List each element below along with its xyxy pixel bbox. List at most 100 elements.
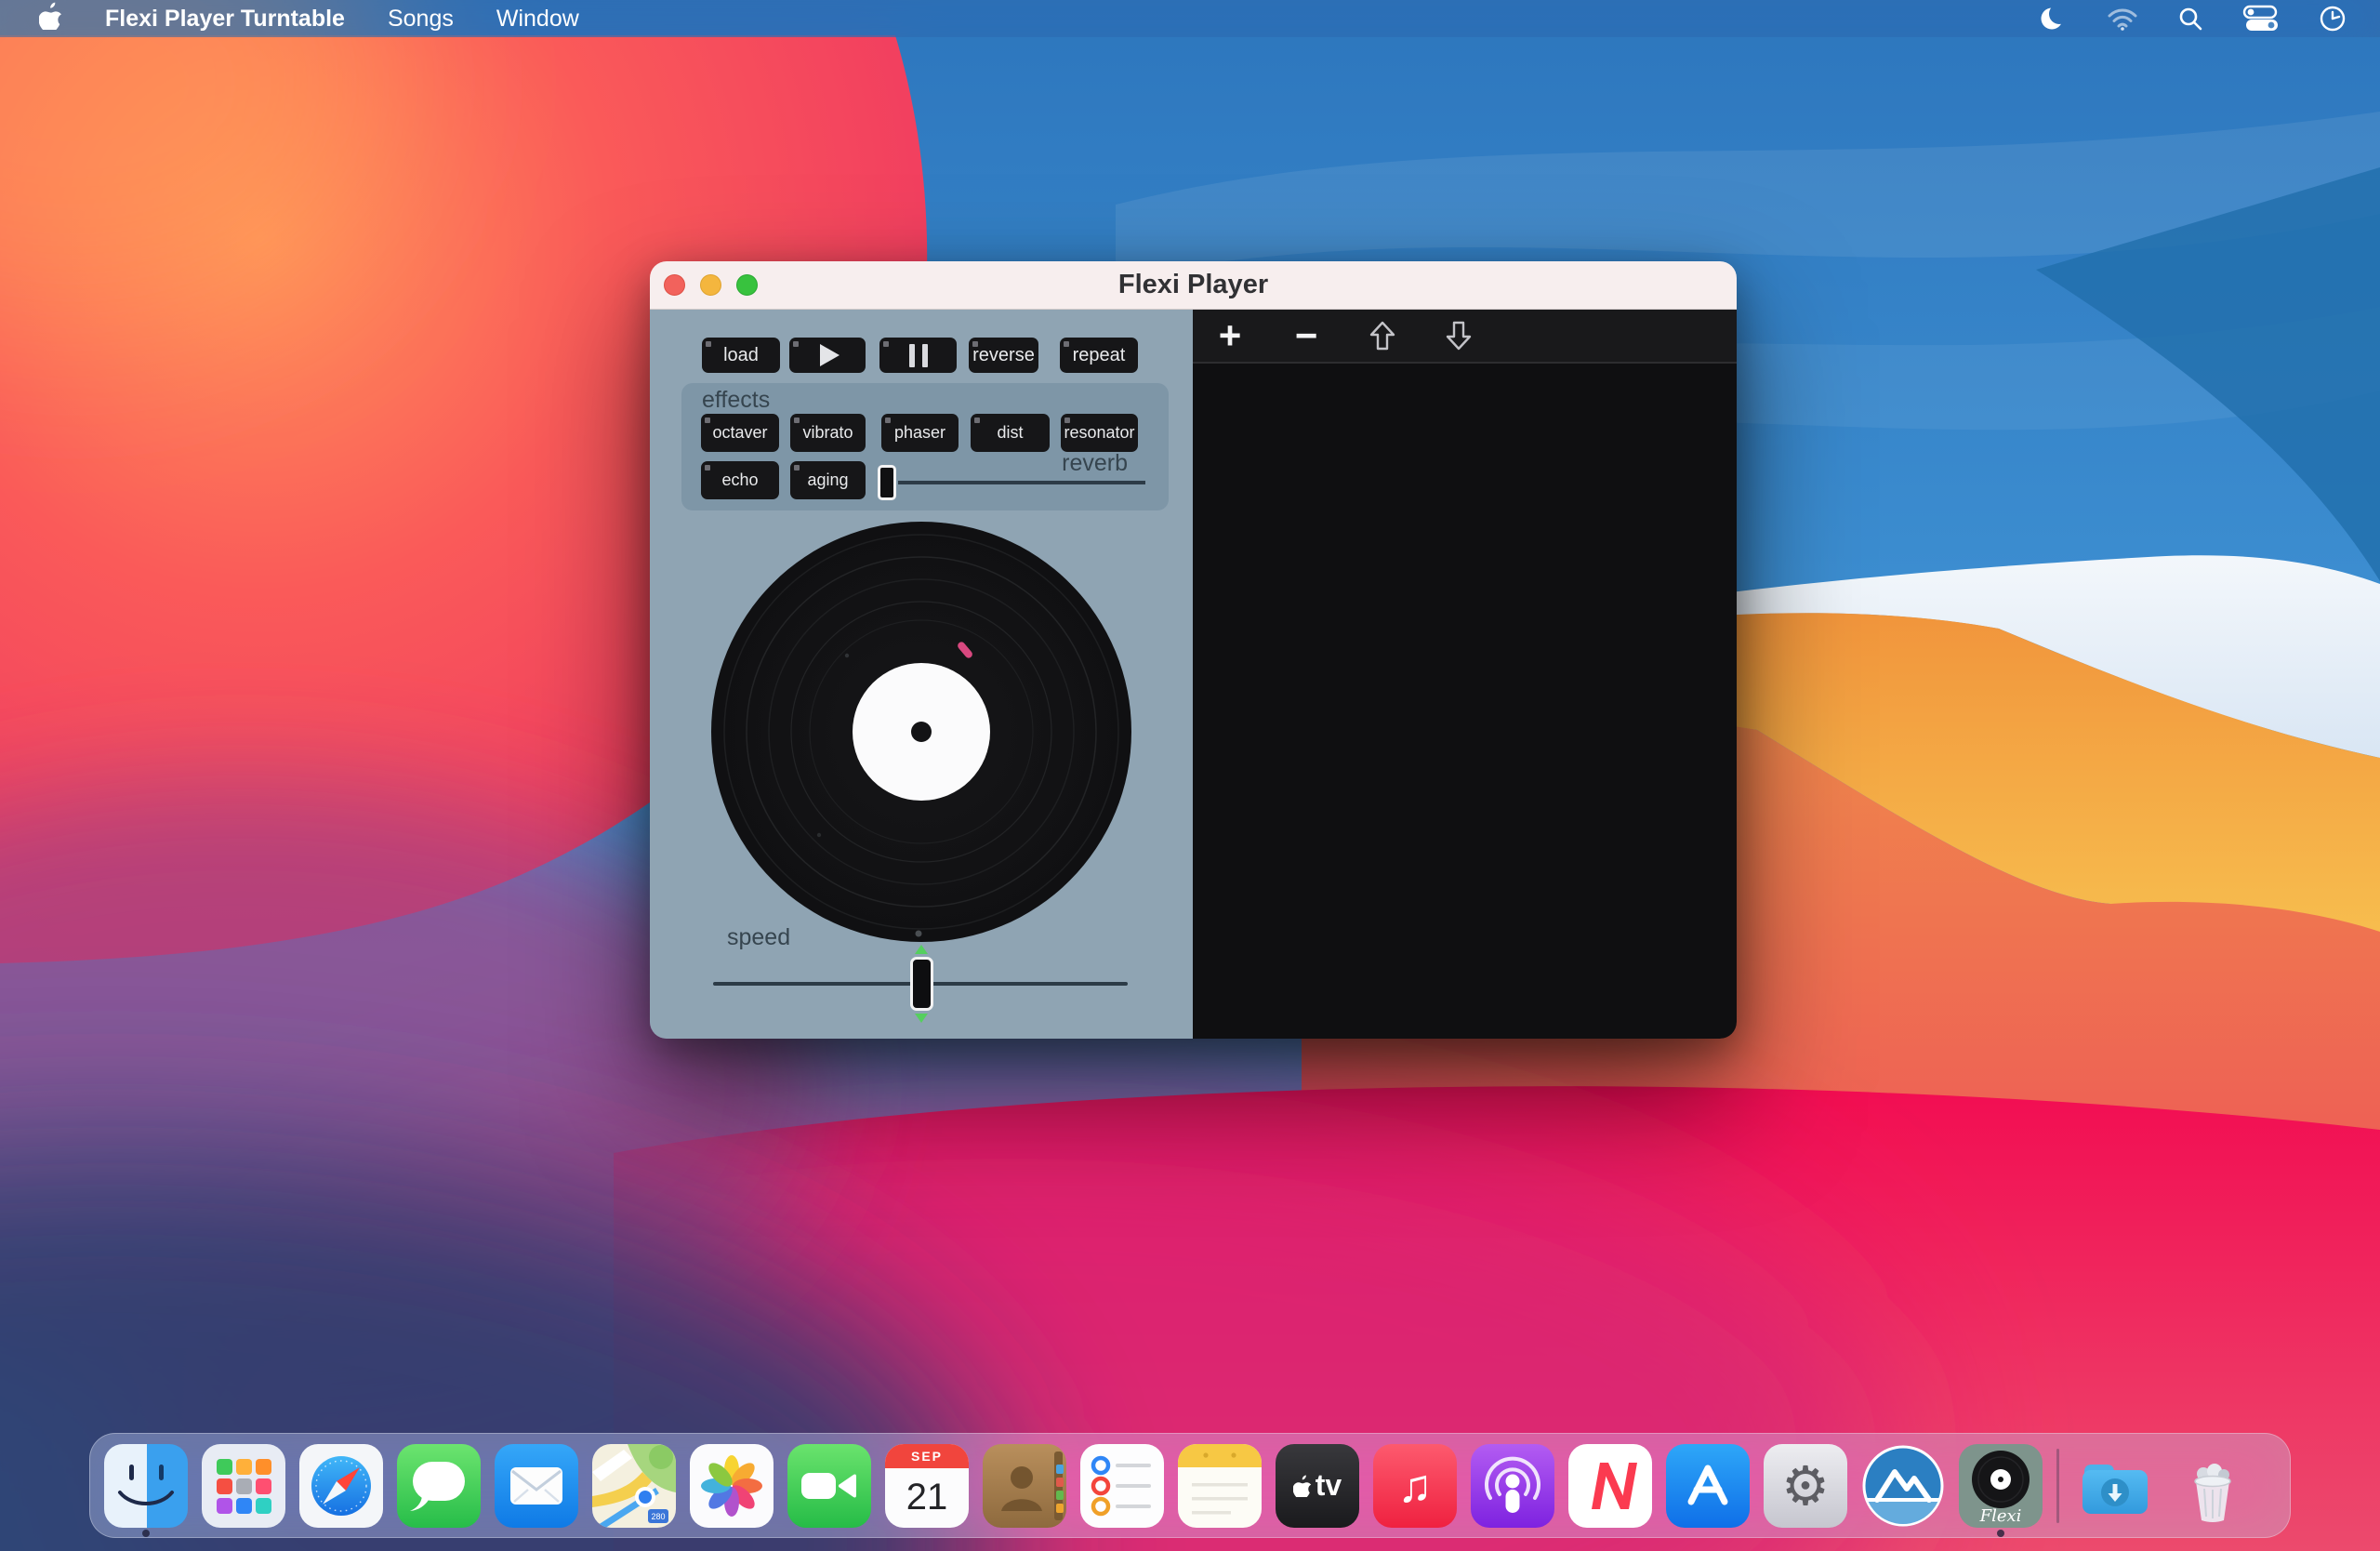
- dock-podcasts[interactable]: [1471, 1444, 1554, 1528]
- dock-notes[interactable]: [1178, 1444, 1262, 1528]
- repeat-button[interactable]: repeat: [1060, 338, 1138, 373]
- phaser-button[interactable]: phaser: [881, 414, 959, 452]
- reminders-icon: [1080, 1444, 1164, 1528]
- dock-flexi-player[interactable]: Flexi: [1959, 1444, 2043, 1528]
- dock-news[interactable]: [1568, 1444, 1652, 1528]
- podcasts-icon: [1471, 1444, 1554, 1528]
- reverse-button-label: reverse: [972, 345, 1035, 366]
- messages-icon: [397, 1444, 481, 1528]
- spotlight-search-icon[interactable]: [2177, 6, 2203, 32]
- menu-bar: Flexi Player Turntable Songs Window: [0, 0, 2380, 37]
- echo-label: echo: [721, 471, 758, 490]
- dock-calendar[interactable]: SEP 21: [885, 1444, 969, 1528]
- dock-finder[interactable]: [104, 1444, 188, 1528]
- pause-icon: [909, 344, 928, 367]
- dock-tv[interactable]: tv: [1276, 1444, 1359, 1528]
- desktop: Flexi Player Turntable Songs Window: [0, 0, 2380, 1551]
- dist-button[interactable]: dist: [971, 414, 1050, 452]
- playlist-empty-area[interactable]: [1193, 364, 1737, 1039]
- load-button[interactable]: load: [702, 338, 780, 373]
- appstore-icon: [1666, 1444, 1750, 1528]
- aging-label: aging: [807, 471, 848, 490]
- app-menu-title[interactable]: Flexi Player Turntable: [105, 6, 345, 33]
- menu-window[interactable]: Window: [496, 6, 579, 33]
- reverb-slider-thumb[interactable]: [878, 465, 896, 500]
- wifi-icon[interactable]: [2107, 6, 2138, 32]
- tv-apple-logo: [1293, 1475, 1312, 1497]
- tv-label: tv: [1316, 1468, 1342, 1503]
- reverb-slider-track[interactable]: [898, 481, 1145, 484]
- dock-reminders[interactable]: [1080, 1444, 1164, 1528]
- zoom-button[interactable]: [736, 274, 758, 296]
- apple-menu[interactable]: [39, 2, 62, 36]
- apple-logo-icon: [39, 2, 62, 30]
- reverse-button[interactable]: reverse: [969, 338, 1038, 373]
- resonator-button[interactable]: resonator: [1061, 414, 1138, 452]
- close-button[interactable]: [664, 274, 685, 296]
- speed-slider-thumb[interactable]: [910, 957, 933, 1011]
- octaver-label: octaver: [712, 423, 767, 443]
- phaser-label: phaser: [894, 423, 945, 443]
- record-edge-dot: [916, 931, 922, 937]
- dock-facetime[interactable]: [787, 1444, 871, 1528]
- dock-music[interactable]: ♫: [1373, 1444, 1457, 1528]
- turntable-record[interactable]: [711, 522, 1131, 942]
- dock-safari[interactable]: [299, 1444, 383, 1528]
- speed-tick-bottom: [915, 1014, 928, 1023]
- window-title-bar[interactable]: Flexi Player: [650, 261, 1737, 310]
- add-song-button[interactable]: +: [1213, 316, 1247, 355]
- trash-icon: [2171, 1444, 2254, 1528]
- reverb-label: reverb: [1062, 450, 1128, 477]
- music-note-glyph: ♫: [1397, 1459, 1433, 1513]
- dock-separator: [2056, 1449, 2059, 1523]
- flexi-app-icon: Flexi: [1959, 1444, 2043, 1528]
- minimize-button[interactable]: [700, 274, 721, 296]
- running-indicator: [1997, 1530, 2004, 1537]
- do-not-disturb-moon-icon[interactable]: [2040, 5, 2068, 33]
- dock-photos[interactable]: [690, 1444, 774, 1528]
- aging-button[interactable]: aging: [790, 461, 866, 499]
- finder-icon: [104, 1444, 188, 1528]
- record-hole: [911, 722, 932, 742]
- move-down-button[interactable]: [1442, 321, 1475, 351]
- effects-panel: effects octaver vibrato phaser dist reso…: [681, 383, 1169, 510]
- pause-button[interactable]: [879, 338, 957, 373]
- dist-label: dist: [997, 423, 1023, 443]
- dock-messages[interactable]: [397, 1444, 481, 1528]
- photos-icon: [690, 1444, 774, 1528]
- dock-system-preferences[interactable]: ⚙: [1764, 1444, 1847, 1528]
- maps-shield-label: 280: [651, 1512, 665, 1521]
- move-up-button[interactable]: [1366, 321, 1399, 351]
- mail-icon: [495, 1444, 578, 1528]
- echo-button[interactable]: echo: [701, 461, 779, 499]
- play-icon: [820, 344, 840, 366]
- clock-icon[interactable]: [2319, 5, 2347, 33]
- dock-mail[interactable]: [495, 1444, 578, 1528]
- octaver-button[interactable]: octaver: [701, 414, 779, 452]
- calendar-month: SEP: [885, 1444, 969, 1468]
- dock-trash[interactable]: [2171, 1444, 2254, 1528]
- contacts-icon: [983, 1444, 1066, 1528]
- calendar-icon: SEP 21: [885, 1444, 969, 1528]
- dock-max[interactable]: [1861, 1444, 1945, 1528]
- menu-songs[interactable]: Songs: [388, 6, 454, 33]
- news-icon: [1568, 1444, 1652, 1528]
- dock-appstore[interactable]: [1666, 1444, 1750, 1528]
- facetime-icon: [787, 1444, 871, 1528]
- dock-launchpad[interactable]: [202, 1444, 285, 1528]
- play-button[interactable]: [789, 338, 866, 373]
- music-icon: ♫: [1373, 1444, 1457, 1528]
- dock-maps[interactable]: 280: [592, 1444, 676, 1528]
- downloads-folder-icon: [2073, 1444, 2157, 1528]
- repeat-button-label: repeat: [1073, 345, 1126, 366]
- launchpad-icon: [202, 1444, 285, 1528]
- tv-icon: tv: [1276, 1444, 1359, 1528]
- vibrato-button[interactable]: vibrato: [790, 414, 866, 452]
- dock-downloads[interactable]: [2073, 1444, 2157, 1528]
- max-icon: [1861, 1444, 1945, 1528]
- remove-song-button[interactable]: −: [1289, 316, 1323, 355]
- traffic-lights: [664, 261, 758, 309]
- dock-contacts[interactable]: [983, 1444, 1066, 1528]
- control-center-icon[interactable]: [2242, 5, 2280, 33]
- playlist-toolbar: + −: [1193, 310, 1737, 364]
